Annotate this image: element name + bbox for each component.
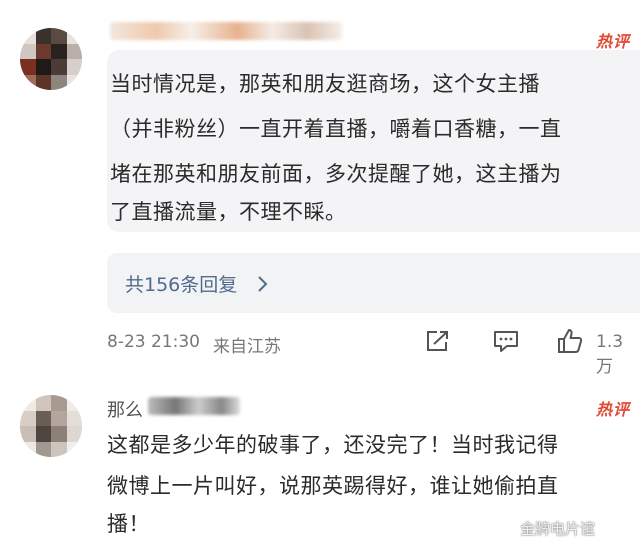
chevron-right-icon xyxy=(258,276,268,292)
like-icon[interactable] xyxy=(556,327,584,355)
location: 来自江苏 xyxy=(213,337,281,357)
comment-text-line: （并非粉丝）一直开着直播，嚼着口香糖，一直 xyxy=(110,117,562,141)
comment-text-line: 这都是多少年的破事了，还没完了！当时我记得 xyxy=(107,433,559,457)
replies-label: 共156条回复 xyxy=(125,274,238,296)
username-blurred[interactable] xyxy=(148,397,240,415)
comment-text-line: 微博上一片叫好，说那英踢得好，谁让她偷拍直 xyxy=(107,474,559,498)
comment-text-line: 了直播流量，不理不睬。 xyxy=(110,200,347,224)
hot-comment-badge: 热评 xyxy=(596,400,631,419)
username[interactable]: 那么 xyxy=(107,396,143,422)
avatar[interactable] xyxy=(20,395,82,457)
username-blurred[interactable] xyxy=(110,22,342,40)
hot-comment-badge: 热评 xyxy=(596,32,631,51)
watermark: 金牌电片谊 xyxy=(520,520,596,538)
like-count[interactable]: 1.3万 xyxy=(596,332,640,377)
avatar-mosaic xyxy=(20,395,82,457)
share-icon[interactable] xyxy=(425,329,451,353)
comment-icon[interactable] xyxy=(492,329,520,353)
avatar-mosaic xyxy=(20,28,82,90)
timestamp: 8-23 21:30 xyxy=(107,332,200,352)
view-replies-button[interactable]: 共156条回复 xyxy=(107,253,640,313)
comment-text-line: 当时情况是，那英和朋友逛商场，这个女主播 xyxy=(110,72,540,96)
avatar[interactable] xyxy=(20,28,82,90)
comment-text-line: 播！ xyxy=(107,512,150,536)
